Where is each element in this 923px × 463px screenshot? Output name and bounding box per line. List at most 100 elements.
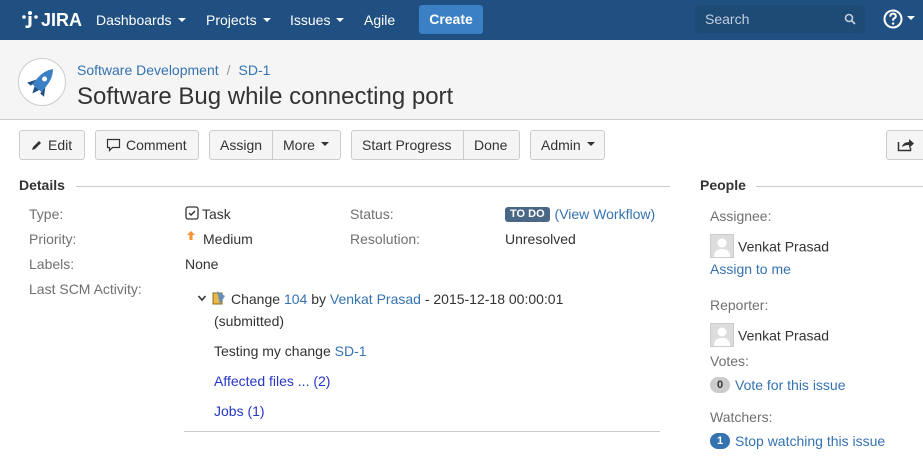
avatar — [710, 323, 734, 347]
jira-logo-text: JIRA — [41, 9, 83, 30]
chevron-down-icon — [907, 16, 915, 20]
nav-projects[interactable]: Projects — [206, 10, 271, 30]
assignee-label: Assignee: — [710, 208, 772, 224]
reporter-label: Reporter: — [710, 297, 769, 313]
watchers-value: 1 Stop watching this issue — [710, 433, 885, 450]
votes-label: Votes: — [710, 353, 749, 369]
stop-watching-link[interactable]: Stop watching this issue — [735, 433, 885, 449]
scm-activity-label: Last SCM Activity: — [29, 281, 142, 297]
comment-button-label: Comment — [126, 137, 187, 153]
priority-value: Medium — [185, 231, 253, 247]
more-button[interactable]: More — [273, 130, 341, 160]
search-icon — [844, 13, 856, 25]
nav-dashboards[interactable]: Dashboards — [96, 10, 186, 30]
nav-issues-label: Issues — [290, 12, 331, 28]
share-icon — [897, 139, 914, 152]
affected-files-link[interactable]: Affected files ... (2) — [214, 373, 330, 389]
scm-message-issue-link[interactable]: SD-1 — [335, 343, 367, 359]
chevron-down-icon — [262, 18, 271, 23]
watchers-label: Watchers: — [710, 409, 773, 425]
breadcrumb-project-link[interactable]: Software Development — [77, 62, 219, 78]
details-divider — [76, 186, 670, 187]
assign-to-me-link[interactable]: Assign to me — [710, 261, 791, 277]
changeset-icon — [212, 291, 225, 305]
nav-agile-label: Agile — [364, 12, 396, 28]
resolution-value: Unresolved — [505, 231, 576, 247]
scm-change-line: Change 104 by Venkat Prasad - 2015-12-18… — [197, 291, 563, 308]
reporter-value: Venkat Prasad — [710, 323, 829, 349]
jira-logo[interactable]: JIRA — [20, 8, 82, 32]
edit-button-label: Edit — [48, 137, 73, 153]
resolution-label: Resolution: — [350, 231, 421, 247]
breadcrumb-issue-key-link[interactable]: SD-1 — [239, 62, 271, 78]
rocket-icon — [27, 68, 53, 97]
project-avatar[interactable] — [18, 58, 66, 106]
scm-change-state: (submitted) — [214, 313, 285, 329]
type-label: Type: — [29, 206, 64, 222]
scm-message-text: Testing my change — [214, 343, 331, 359]
assign-button[interactable]: Assign — [209, 130, 273, 160]
comment-button[interactable]: Comment — [95, 130, 199, 160]
type-value: Task — [185, 206, 231, 222]
vote-link[interactable]: Vote for this issue — [735, 377, 846, 393]
scm-author-link[interactable]: Venkat Prasad — [330, 291, 421, 307]
search-input[interactable]: Search — [695, 5, 865, 33]
chevron-down-icon[interactable] — [197, 293, 207, 303]
start-progress-button[interactable]: Start Progress — [351, 130, 464, 160]
chevron-down-icon — [320, 142, 329, 146]
admin-button-label: Admin — [541, 137, 581, 153]
nav-agile[interactable]: Agile — [364, 10, 395, 30]
comment-icon — [106, 138, 121, 152]
scm-by-word: by — [311, 291, 326, 307]
admin-button[interactable]: Admin — [530, 130, 605, 160]
scm-change-number-link[interactable]: 104 — [284, 291, 307, 307]
status-label: Status: — [350, 206, 394, 222]
done-button[interactable]: Done — [464, 130, 520, 160]
view-workflow-link[interactable]: (View Workflow) — [555, 206, 656, 222]
people-heading: People — [700, 177, 746, 193]
search-placeholder: Search — [705, 11, 750, 27]
chevron-down-icon — [177, 18, 186, 23]
nav-issues[interactable]: Issues — [290, 10, 345, 30]
reporter-name[interactable]: Venkat Prasad — [738, 328, 829, 344]
edit-button[interactable]: Edit — [19, 130, 85, 160]
nav-projects-label: Projects — [206, 12, 257, 28]
type-value-text: Task — [202, 206, 231, 222]
assignee-name[interactable]: Venkat Prasad — [738, 239, 829, 255]
priority-medium-icon — [187, 231, 195, 241]
breadcrumb-separator: / — [226, 62, 231, 78]
help-menu[interactable] — [883, 9, 915, 29]
chevron-down-icon — [336, 18, 345, 23]
labels-label: Labels: — [29, 256, 75, 272]
scm-divider — [184, 431, 660, 432]
issue-header: Software Development / SD-1 Software Bug w… — [0, 40, 923, 120]
default-user-icon — [711, 324, 733, 346]
scm-commit-message: Testing my change SD-1 — [214, 343, 367, 359]
create-button[interactable]: Create — [419, 5, 483, 34]
votes-count-badge: 0 — [710, 377, 730, 394]
help-icon — [883, 9, 903, 29]
top-nav-bar: JIRA Dashboards Projects Issues Agile Cr… — [0, 0, 923, 40]
labels-value: None — [185, 256, 219, 272]
priority-value-text: Medium — [203, 231, 253, 247]
share-button[interactable] — [886, 130, 923, 160]
status-badge: TO DO — [505, 206, 550, 222]
assignee-value: Venkat Prasad — [710, 234, 829, 260]
issue-title: Software Bug while connecting port — [77, 83, 454, 110]
pencil-icon — [32, 140, 41, 150]
nav-dashboards-label: Dashboards — [96, 12, 172, 28]
details-heading: Details — [19, 177, 65, 193]
people-divider — [756, 186, 923, 187]
jira-logo-icon — [22, 11, 38, 28]
task-icon — [185, 206, 199, 220]
more-button-label: More — [283, 137, 315, 153]
default-user-icon — [711, 235, 733, 257]
scm-change-word: Change — [231, 291, 281, 307]
watchers-count-badge: 1 — [710, 433, 730, 450]
breadcrumb: Software Development / SD-1 — [77, 62, 270, 78]
jobs-link[interactable]: Jobs (1) — [214, 403, 265, 419]
votes-value: 0 Vote for this issue — [710, 377, 846, 394]
avatar — [710, 234, 734, 258]
scm-datetime: - 2015-12-18 00:00:01 — [424, 291, 564, 307]
status-value: TO DO (View Workflow) — [505, 206, 655, 223]
